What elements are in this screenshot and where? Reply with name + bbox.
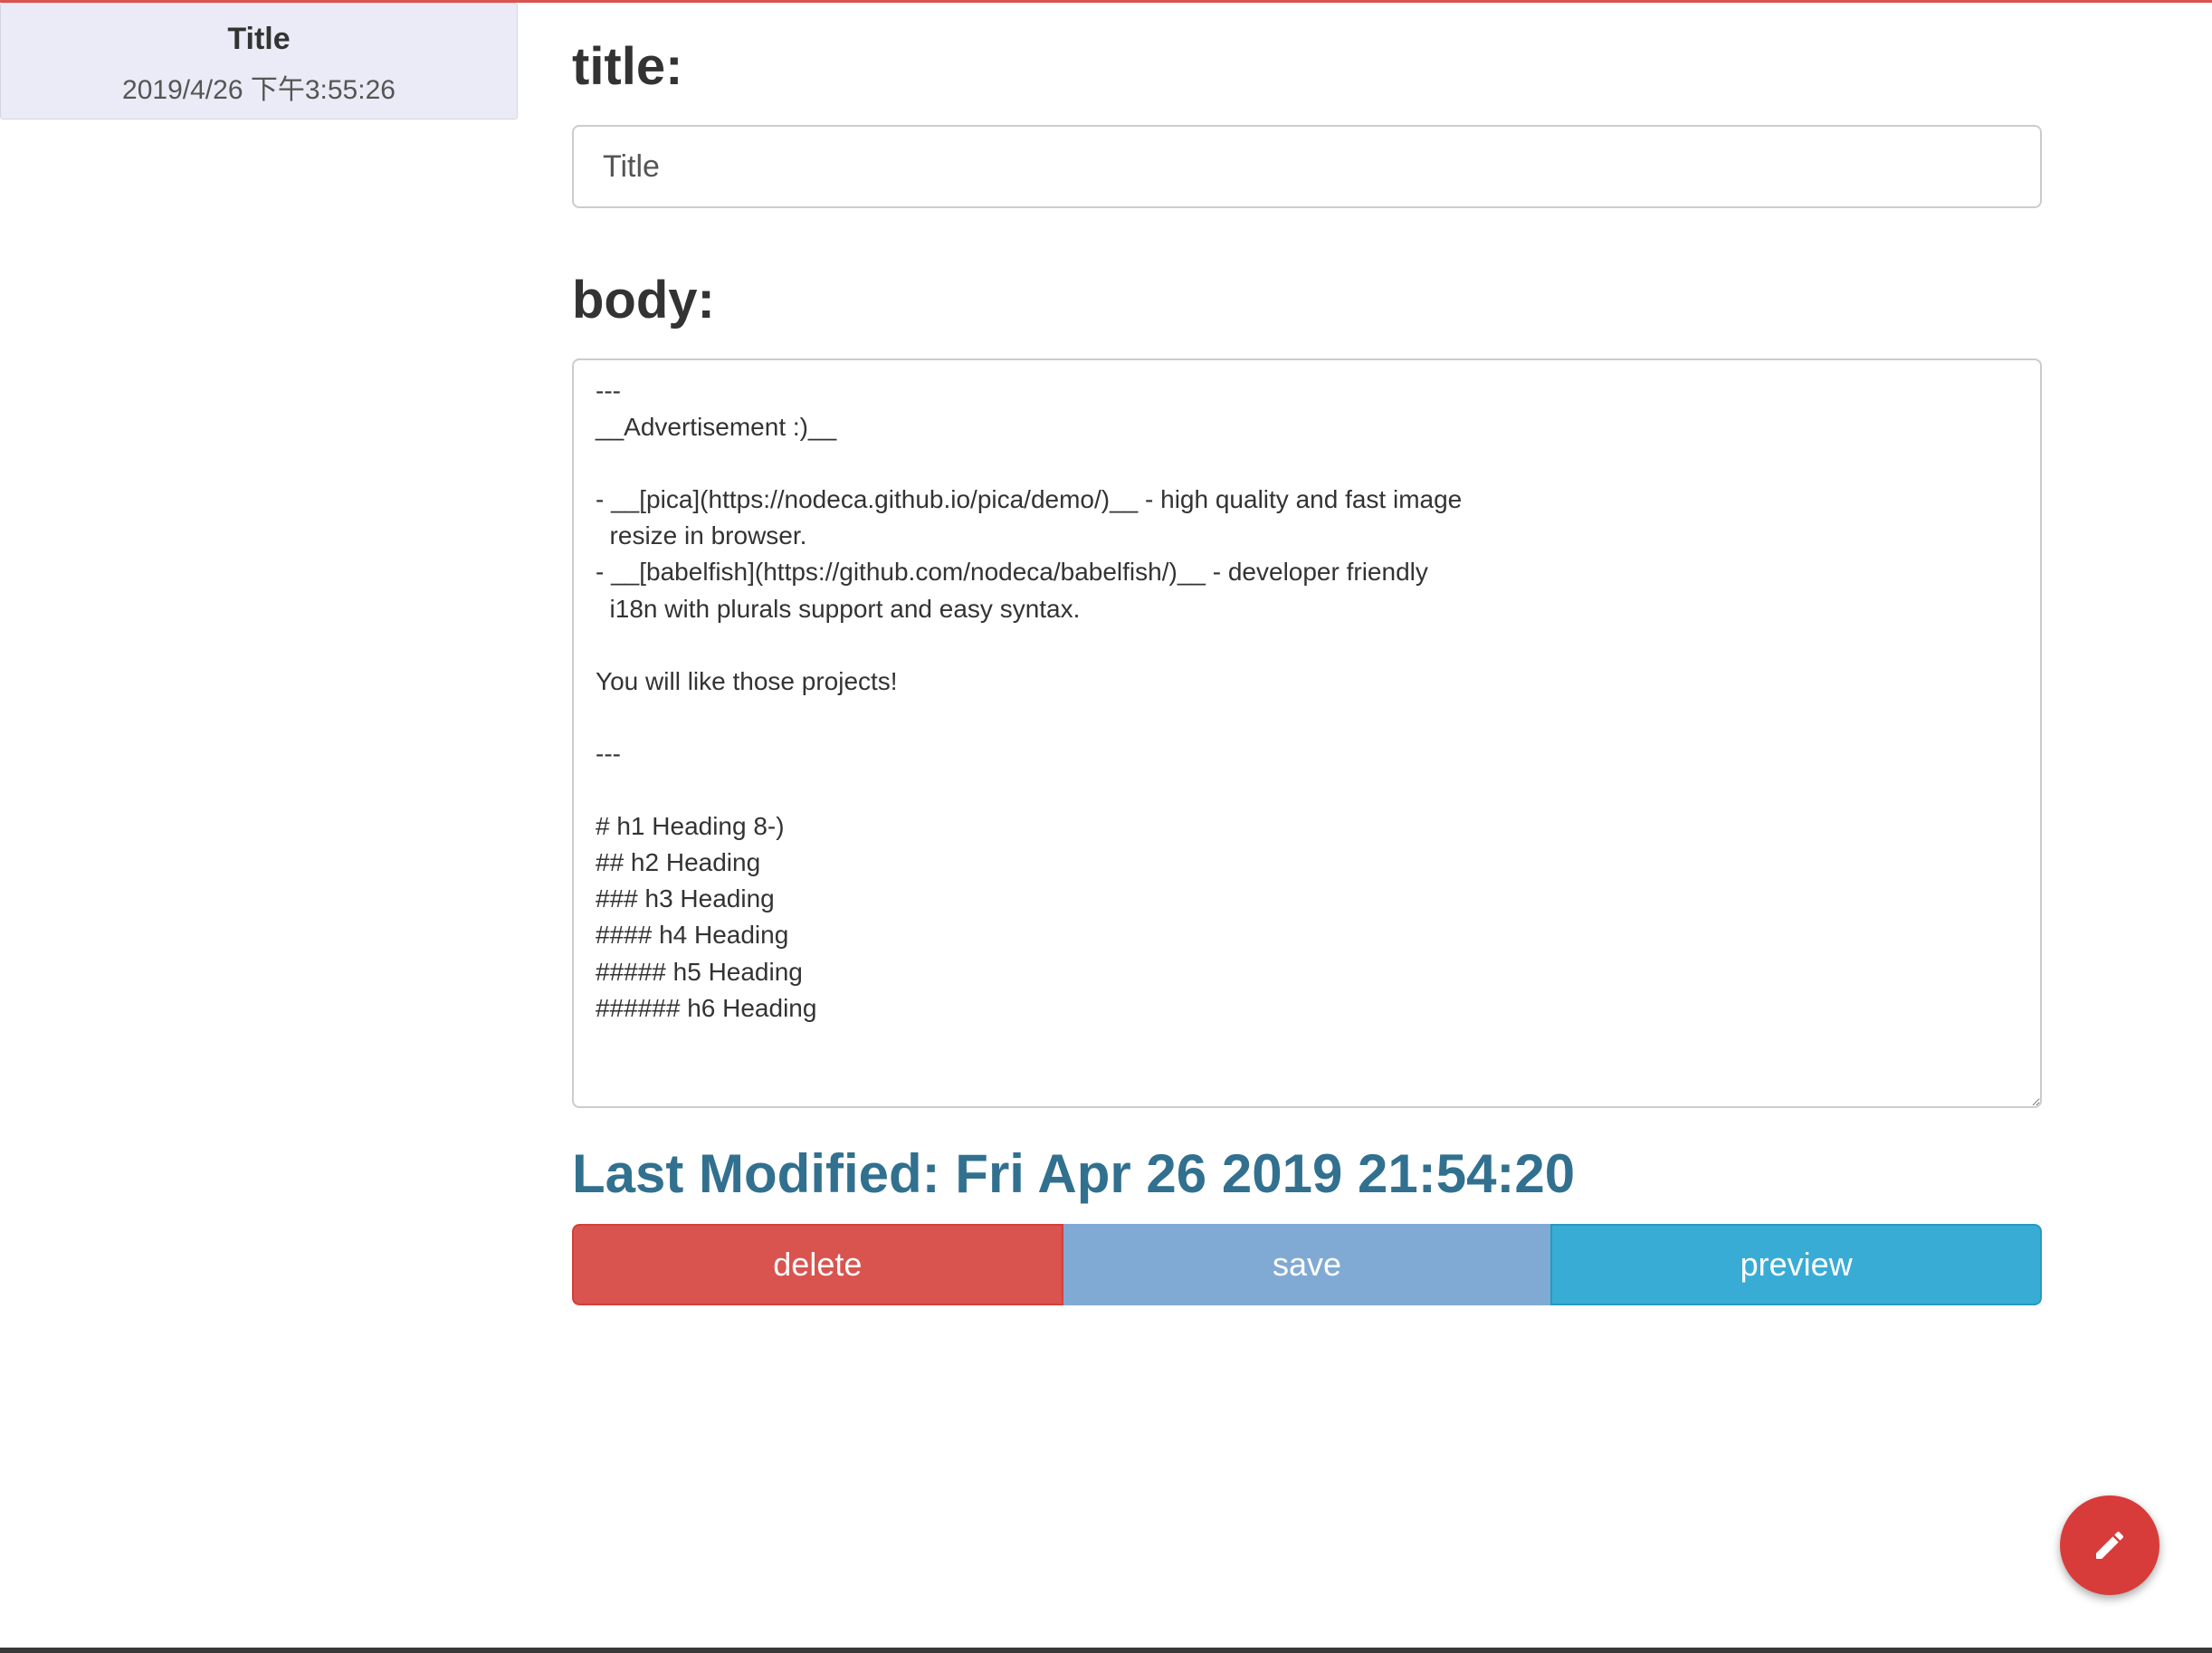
note-date: 2019/4/26 下午3:55:26 (122, 75, 396, 105)
last-modified-text: Last Modified: Fri Apr 26 2019 21:54:20 (572, 1143, 1576, 1204)
body-textarea[interactable]: --- __Advertisement :)__ - __[pica](http… (572, 358, 2042, 1108)
action-button-group: delete save preview (572, 1224, 2042, 1305)
new-note-fab[interactable] (2060, 1495, 2160, 1595)
bottom-strip (0, 1648, 2212, 1653)
note-list-item[interactable]: Title 2019/4/26 下午3:55:26 (0, 3, 518, 119)
note-title: Title (227, 22, 291, 56)
title-label: title: (572, 37, 683, 96)
title-input[interactable] (572, 125, 2042, 208)
body-label: body: (572, 271, 715, 330)
preview-button[interactable]: preview (1550, 1224, 2042, 1305)
pencil-icon (2096, 1531, 2124, 1559)
save-button[interactable]: save (1063, 1224, 1551, 1305)
delete-button[interactable]: delete (572, 1224, 1063, 1305)
